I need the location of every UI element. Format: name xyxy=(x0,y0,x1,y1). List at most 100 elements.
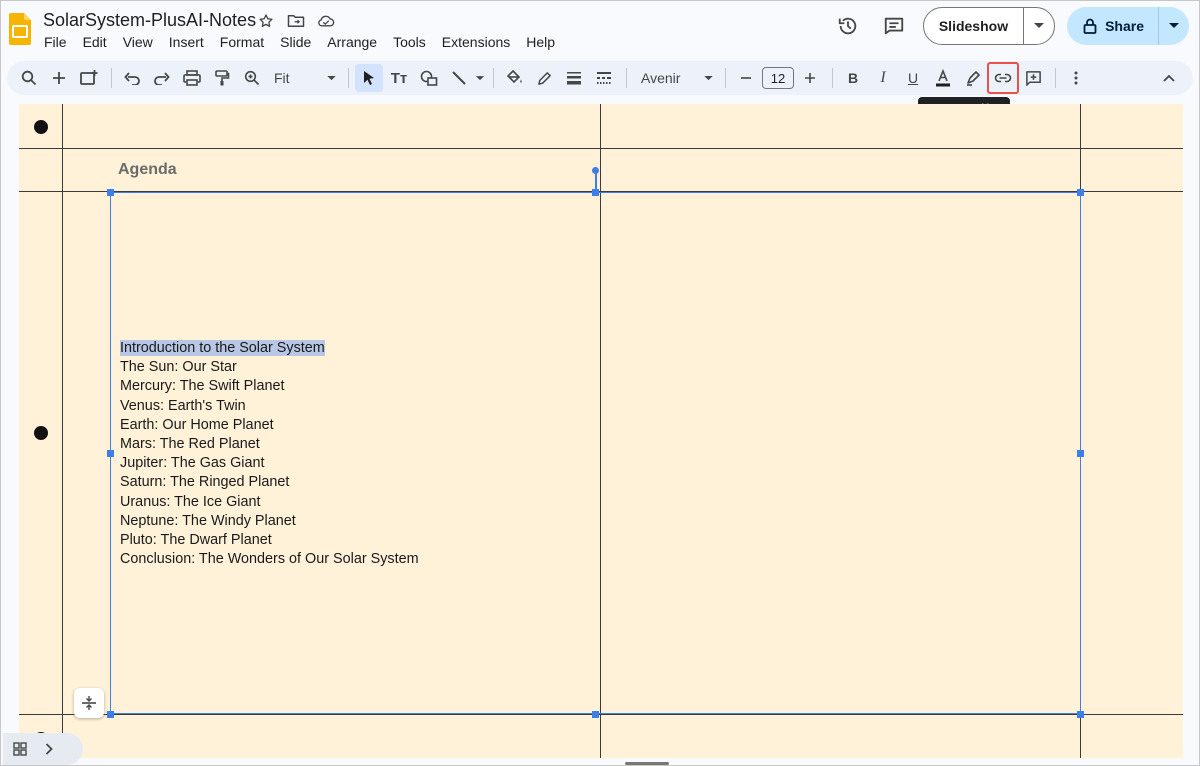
share-dropdown[interactable] xyxy=(1159,7,1189,45)
agenda-item[interactable]: Neptune: The Windy Planet xyxy=(120,512,419,531)
grid-view-icon[interactable] xyxy=(13,742,27,756)
fill-color-button[interactable] xyxy=(500,64,528,92)
menu-slide[interactable]: Slide xyxy=(280,33,319,51)
resize-handle-t[interactable] xyxy=(592,189,599,196)
resize-handle-b[interactable] xyxy=(592,711,599,718)
header-actions: Slideshow Share xyxy=(831,7,1189,45)
agenda-item[interactable]: Pluto: The Dwarf Planet xyxy=(120,531,419,550)
agenda-item-selected[interactable]: Introduction to the Solar System xyxy=(120,339,419,358)
menu-arrange[interactable]: Arrange xyxy=(327,33,385,51)
zoom-button[interactable] xyxy=(238,64,266,92)
menu-file[interactable]: File xyxy=(44,33,75,51)
new-slide-button[interactable] xyxy=(45,64,73,92)
agenda-item[interactable]: Venus: Earth's Twin xyxy=(120,397,419,416)
redo-button[interactable] xyxy=(148,64,176,92)
resize-handle-bl[interactable] xyxy=(107,711,114,718)
document-title[interactable]: SolarSystem-PlusAI-Notes xyxy=(43,10,256,31)
comments-button[interactable] xyxy=(877,9,911,43)
bold-button[interactable]: B xyxy=(839,64,867,92)
add-slide-icon xyxy=(80,70,98,85)
search-menus-button[interactable] xyxy=(15,64,43,92)
agenda-item[interactable]: Saturn: The Ringed Planet xyxy=(120,473,419,492)
zoom-select[interactable]: Fit xyxy=(268,64,340,92)
font-select[interactable]: Avenir xyxy=(633,64,717,92)
caret-down-icon xyxy=(704,75,713,80)
version-history-button[interactable] xyxy=(831,9,865,43)
toolbar-separator xyxy=(493,68,494,88)
underline-button[interactable]: U xyxy=(899,64,927,92)
agenda-item[interactable]: Mercury: The Swift Planet xyxy=(120,377,419,396)
text-box-button[interactable]: Tт xyxy=(385,64,413,92)
insert-link-button[interactable] xyxy=(987,62,1019,94)
lock-icon xyxy=(1083,18,1097,34)
border-weight-button[interactable] xyxy=(560,64,588,92)
border-color-button[interactable] xyxy=(530,64,558,92)
selected-text[interactable]: Introduction to the Solar System xyxy=(120,340,325,356)
resize-handle-tr[interactable] xyxy=(1077,189,1084,196)
chevron-right-icon[interactable] xyxy=(45,743,53,755)
highlight-color-button[interactable] xyxy=(959,64,987,92)
caret-down-icon xyxy=(476,75,484,80)
slideshow-dropdown[interactable] xyxy=(1024,8,1054,44)
increase-font-size-button[interactable] xyxy=(796,64,824,92)
share-button[interactable]: Share xyxy=(1067,7,1159,45)
italic-icon: I xyxy=(880,69,886,86)
resize-handle-br[interactable] xyxy=(1077,711,1084,718)
pencil-icon xyxy=(537,71,551,85)
select-tool-button[interactable] xyxy=(355,64,383,92)
agenda-item[interactable]: Earth: Our Home Planet xyxy=(120,416,419,435)
decrease-font-size-button[interactable] xyxy=(732,64,760,92)
resize-handle-l[interactable] xyxy=(107,450,114,457)
menu-extensions[interactable]: Extensions xyxy=(442,33,518,51)
slideshow-button[interactable]: Slideshow xyxy=(924,8,1025,44)
insert-comment-button[interactable] xyxy=(1019,64,1047,92)
vertical-align-icon xyxy=(82,696,96,710)
undo-button[interactable] xyxy=(118,64,146,92)
agenda-item[interactable]: Uranus: The Ice Giant xyxy=(120,493,419,512)
paint-roller-icon xyxy=(215,70,230,86)
toolbar-separator xyxy=(626,68,627,88)
menu-help[interactable]: Help xyxy=(526,33,563,51)
line-dropdown[interactable] xyxy=(475,64,485,92)
menu-insert[interactable]: Insert xyxy=(169,33,212,51)
menu-format[interactable]: Format xyxy=(220,33,272,51)
collapse-toolbar-button[interactable] xyxy=(1155,64,1183,92)
text-color-button[interactable] xyxy=(929,64,957,92)
print-button[interactable] xyxy=(178,64,206,92)
paint-format-button[interactable] xyxy=(208,64,236,92)
slide-canvas[interactable]: Agenda Introduction to the Solar System … xyxy=(19,104,1183,758)
menu-edit[interactable]: Edit xyxy=(83,33,115,51)
cloud-saved-icon[interactable] xyxy=(317,12,335,30)
agenda-item[interactable]: Conclusion: The Wonders of Our Solar Sys… xyxy=(120,550,419,569)
resize-handle-r[interactable] xyxy=(1077,450,1084,457)
cursor-icon xyxy=(364,71,374,85)
menu-tools[interactable]: Tools xyxy=(393,33,434,51)
font-size-value[interactable]: 12 xyxy=(762,67,794,89)
vertical-align-button[interactable] xyxy=(74,688,104,718)
toolbar-separator xyxy=(725,68,726,88)
share-control: Share xyxy=(1067,7,1189,45)
slide-heading[interactable]: Agenda xyxy=(118,161,177,179)
italic-button[interactable]: I xyxy=(869,64,897,92)
agenda-list[interactable]: Introduction to the Solar System The Sun… xyxy=(120,339,419,569)
caret-down-icon xyxy=(1034,23,1045,28)
highlighter-icon xyxy=(967,71,980,86)
filmstrip-toggle[interactable] xyxy=(3,733,83,765)
agenda-item[interactable]: The Sun: Our Star xyxy=(120,358,419,377)
more-options-button[interactable] xyxy=(1062,64,1090,92)
slides-logo-icon[interactable] xyxy=(9,13,31,45)
new-slide-layout-button[interactable] xyxy=(75,64,103,92)
star-icon[interactable] xyxy=(257,12,275,30)
rotation-handle[interactable] xyxy=(592,167,599,174)
border-dash-button[interactable] xyxy=(590,64,618,92)
shape-button[interactable] xyxy=(415,64,443,92)
agenda-item[interactable]: Mars: The Red Planet xyxy=(120,435,419,454)
line-button[interactable] xyxy=(445,64,473,92)
font-size-field[interactable]: 12 xyxy=(762,64,794,92)
speaker-notes-drag-handle[interactable] xyxy=(625,762,669,765)
move-folder-icon[interactable] xyxy=(287,12,305,30)
text-color-icon xyxy=(936,69,950,87)
agenda-item[interactable]: Jupiter: The Gas Giant xyxy=(120,454,419,473)
resize-handle-tl[interactable] xyxy=(107,189,114,196)
menu-view[interactable]: View xyxy=(123,33,161,51)
